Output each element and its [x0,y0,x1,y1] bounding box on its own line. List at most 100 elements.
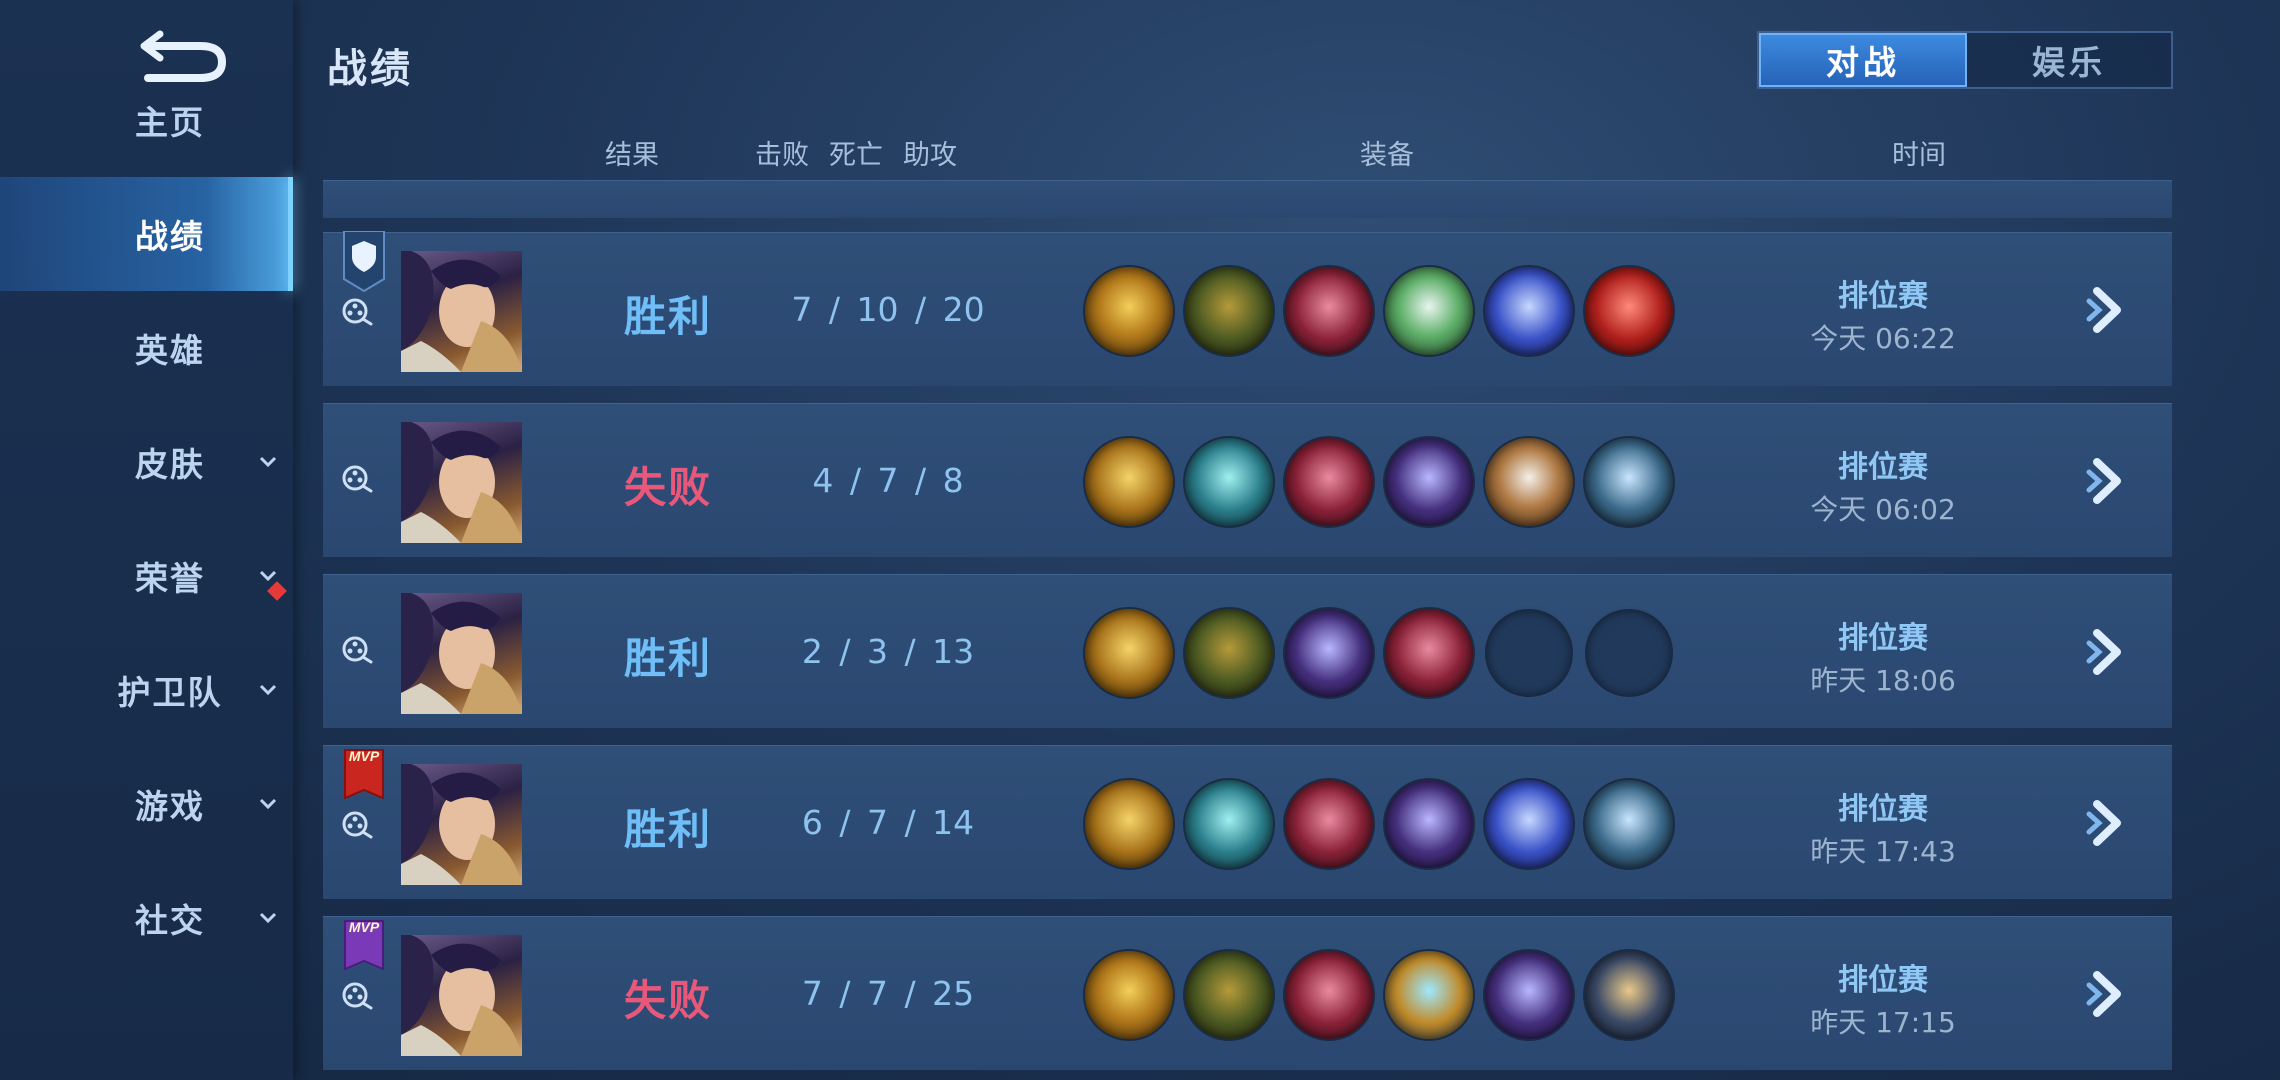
match-mode: 排位赛 [1838,792,1928,827]
mvp-label: MVP [349,919,380,935]
teal-boots-item-icon [1183,436,1275,528]
col-result: 结果 [605,140,659,171]
chevron-down-icon [259,684,277,696]
match-row[interactable]: 失败 4 / 7 / 8 排位赛 今天 06:02 [323,403,2172,557]
red-spike-armor-item-icon [1283,778,1375,870]
sidebar-item-7[interactable]: 社交 [0,861,293,975]
mode-tabs: 对战 娱乐 [1757,31,2173,89]
chevron-down-icon [259,912,277,924]
col-assists: 助攻 [903,140,957,171]
mvp-gold-badge-icon: MVP [344,748,384,800]
match-kda: 7 / 7 / 25 [801,974,975,1013]
purple-cloak-item-icon [1283,607,1375,699]
sidebar-item-label: 主页 [135,103,205,142]
page-title: 战绩 [327,46,413,92]
gold-armor-item-icon [1083,265,1175,357]
silver-belt-item-icon [1583,436,1675,528]
sidebar-item-label: 荣誉 [135,559,205,598]
replay-reel-icon[interactable] [341,464,373,496]
green-boots-item-icon [1183,607,1275,699]
match-kda: 7 / 10 / 20 [791,290,985,329]
match-row[interactable]: MVP 胜利 6 / 7 / 14 排位赛 昨天 17:43 [323,745,2172,899]
match-time: 昨天 17:43 [1810,835,1956,868]
match-time: 昨天 18:06 [1810,664,1956,697]
sidebar-item-6[interactable]: 游戏 [0,747,293,861]
red-spike-armor-item-icon [1283,436,1375,528]
mvp-silver-badge-icon: MVP [344,919,384,971]
tab-battle[interactable]: 对战 [1759,33,1967,87]
sidebar-item-4[interactable]: 荣誉 [0,519,293,633]
gold-shield-item-icon [1083,778,1175,870]
col-deaths: 死亡 [829,140,883,171]
col-kills: 击败 [755,140,809,171]
col-time: 时间 [1892,140,1946,171]
green-boots-item-icon [1183,949,1275,1041]
replay-reel-icon[interactable] [341,297,373,329]
sidebar-item-0[interactable]: 主页 [0,63,293,177]
sidebar-item-label: 护卫队 [117,673,223,712]
hero-portrait [401,935,522,1056]
sidebar-item-label: 社交 [135,901,205,940]
empty-item-slot [1483,607,1575,699]
hero-portrait [401,422,522,543]
gold-shield-item-icon [1083,436,1175,528]
hero-portrait [401,593,522,714]
gold-shield-item-icon [1083,607,1175,699]
red-spike-armor-item-icon [1383,607,1475,699]
blue-blade-item-icon [1483,778,1575,870]
match-time: 今天 06:02 [1810,493,1956,526]
replay-reel-icon[interactable] [341,981,373,1013]
sidebar-item-2[interactable]: 英雄 [0,291,293,405]
sidebar-item-3[interactable]: 皮肤 [0,405,293,519]
match-time: 昨天 17:15 [1810,1006,1956,1039]
match-kda: 4 / 7 / 8 [812,461,964,500]
chevron-right-icon[interactable] [2083,285,2133,335]
red-spike-armor-item-icon [1283,265,1375,357]
chevron-right-icon[interactable] [2083,798,2133,848]
replay-reel-icon[interactable] [341,635,373,667]
chevron-down-icon [259,798,277,810]
partial-row [323,180,2172,218]
match-kda: 2 / 3 / 13 [801,632,975,671]
sidebar-item-5[interactable]: 护卫队 [0,633,293,747]
shield-badge-icon [343,231,385,293]
sidebar-item-label: 战绩 [135,217,205,256]
match-row[interactable]: 胜利 7 / 10 / 20 排位赛 今天 06:22 [323,231,2172,386]
empty-item-slot [1583,607,1675,699]
match-mode: 排位赛 [1838,963,1928,998]
mvp-label: MVP [349,748,380,764]
silver-belt-item-icon [1583,778,1675,870]
green-boots-item-icon [1183,265,1275,357]
sidebar-item-label: 英雄 [135,331,205,370]
sidebar: 主页战绩英雄皮肤荣誉护卫队游戏社交 [0,0,293,1080]
sidebar-item-label: 皮肤 [135,445,205,484]
chevron-down-icon [259,456,277,468]
purple-cloak-item-icon [1383,436,1475,528]
match-row[interactable]: 胜利 2 / 3 / 13 排位赛 昨天 18:06 [323,574,2172,728]
match-time: 今天 06:22 [1810,322,1956,355]
red-helmet-item-icon [1583,265,1675,357]
teal-boots-item-icon [1183,778,1275,870]
match-row[interactable]: MVP 失败 7 / 7 / 25 排位赛 昨天 17:15 [323,916,2172,1070]
hero-portrait [401,764,522,885]
chevron-right-icon[interactable] [2083,627,2133,677]
match-mode: 排位赛 [1838,279,1928,314]
red-spike-armor-item-icon [1283,949,1375,1041]
match-mode: 排位赛 [1838,450,1928,485]
gold-armor-item-icon [1083,949,1175,1041]
match-list: 胜利 7 / 10 / 20 排位赛 今天 06:22 失败 4 / 7 / 8 排位赛 今天… [323,180,2172,1080]
col-equipment: 装备 [1360,140,1414,171]
sidebar-item-1[interactable]: 战绩 [0,177,293,291]
purple-cloak-item-icon [1383,778,1475,870]
purple-cloak-item-icon [1483,949,1575,1041]
brown-vest-item-icon [1483,436,1575,528]
replay-reel-icon[interactable] [341,810,373,842]
tab-entertainment[interactable]: 娱乐 [1967,33,2171,87]
chevron-right-icon[interactable] [2083,456,2133,506]
hero-portrait [401,251,522,372]
chevron-right-icon[interactable] [2083,969,2133,1019]
sidebar-item-label: 游戏 [135,787,205,826]
green-orb-item-icon [1383,265,1475,357]
dark-gauntlet-item-icon [1583,949,1675,1041]
match-kda: 6 / 7 / 14 [801,803,975,842]
